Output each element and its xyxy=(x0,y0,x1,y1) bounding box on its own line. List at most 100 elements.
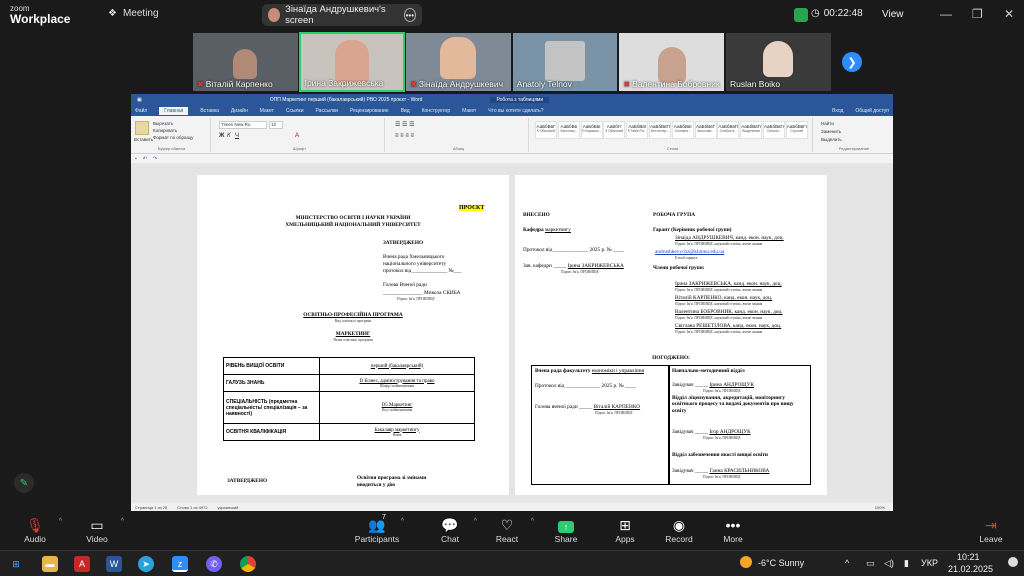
style-preset[interactable]: АаБбВвГг Сильно... xyxy=(763,121,785,139)
redo-icon[interactable]: ↷ xyxy=(153,156,157,162)
italic-button[interactable]: К xyxy=(227,133,231,139)
chevron-up-icon[interactable]: ^ xyxy=(401,518,404,525)
network-icon[interactable]: ▭ xyxy=(866,558,875,569)
ribbon-tab[interactable]: Рецензирование xyxy=(350,108,389,114)
pdf-reader-icon[interactable]: A xyxy=(74,556,90,572)
more-button[interactable]: ••• More xyxy=(708,516,758,544)
keyboard-language[interactable]: УКР xyxy=(921,558,938,568)
save-icon[interactable]: ▣ xyxy=(137,97,142,103)
style-preset[interactable]: АаБбВвI ¶ Нормаль... xyxy=(580,121,603,139)
paw-icon: ❖ xyxy=(108,8,117,19)
cell-value: перший (бакалаврський) xyxy=(370,363,424,369)
participant-tile[interactable]: Ruslan Boiko xyxy=(724,32,832,92)
font-name-field[interactable]: Times New Ro xyxy=(219,121,267,129)
ribbon-tab[interactable]: Вставка xyxy=(200,108,219,114)
style-preset[interactable]: АаБбВвГг Без интер... xyxy=(649,121,671,139)
sign-in-link[interactable]: Вход xyxy=(832,108,843,114)
chevron-up-icon[interactable]: ^ xyxy=(474,518,477,525)
ribbon-tab[interactable]: Вид xyxy=(401,108,410,114)
annotate-pencil-icon[interactable]: ✎ xyxy=(14,473,34,493)
apps-button[interactable]: ⊞ Apps xyxy=(600,516,650,544)
security-shield-icon[interactable] xyxy=(794,8,808,22)
clock-date[interactable]: 21.02.2025 xyxy=(948,564,993,574)
volume-icon[interactable]: ◁) xyxy=(884,558,894,569)
participant-tile[interactable]: Ірина Закрижевська xyxy=(298,32,406,92)
replace-button[interactable]: Заменить xyxy=(821,129,841,134)
view-button[interactable]: View xyxy=(882,9,904,20)
notification-icon[interactable] xyxy=(1008,557,1018,567)
participant-tile[interactable]: ✖ Віталій Карпенко xyxy=(192,32,299,92)
ribbon-tab[interactable]: Макет xyxy=(260,108,274,114)
audio-button[interactable]: 🎙 Audio ^ xyxy=(10,516,62,544)
style-preset[interactable]: АаБбВвГг Выделение xyxy=(740,121,763,139)
style-preset[interactable]: АаБбВв Заголово... xyxy=(557,121,580,139)
chat-button[interactable]: 💬 Chat ^ xyxy=(425,516,477,544)
file-explorer-icon[interactable]: ▬ xyxy=(42,556,58,572)
paste-button[interactable]: Вставить xyxy=(134,137,153,142)
style-preset[interactable]: АаБбВвI Основно... xyxy=(671,121,694,139)
font-size-field[interactable]: 12 xyxy=(269,121,283,129)
share-doc-button[interactable]: Общий доступ xyxy=(855,108,889,114)
chrome-icon[interactable] xyxy=(240,556,256,572)
ribbon-tab[interactable]: Дизайн xyxy=(231,108,248,114)
find-button[interactable]: Найти xyxy=(821,121,834,126)
participants-button[interactable]: 👥 7 Participants ^ xyxy=(352,514,404,544)
zoom-titlebar: zoom Workplace ❖ Meeting Зінаїда Андрушк… xyxy=(0,0,1024,30)
more-options-icon[interactable]: ••• xyxy=(403,8,416,22)
ribbon-tab[interactable]: Главная xyxy=(159,106,189,115)
ribbon-tab[interactable]: Конструктор xyxy=(422,108,451,114)
restore-icon[interactable]: ❐ xyxy=(972,7,983,21)
record-button[interactable]: ◉ Record xyxy=(654,516,704,544)
font-color-button[interactable]: A xyxy=(295,133,299,139)
status-zoom[interactable]: 100% xyxy=(875,505,885,510)
chevron-up-icon[interactable]: ^ xyxy=(59,518,62,525)
video-button[interactable]: ▭ Video ^ xyxy=(72,516,124,544)
style-preset[interactable]: АаБбВвГг Строгий xyxy=(785,121,808,139)
windows-start-icon[interactable]: ⊞ xyxy=(8,556,24,572)
participant-tile[interactable]: ✖ Зінаїда Андрушкевич xyxy=(405,32,512,92)
battery-icon[interactable]: ▮ xyxy=(904,558,909,569)
ribbon-tab[interactable]: Рассылки xyxy=(316,108,338,114)
ribbon-tab[interactable]: Файл xyxy=(135,108,147,114)
clock-time[interactable]: 10:21 xyxy=(957,552,980,562)
participant-tile[interactable]: ✖ Валентина Бобровник xyxy=(618,32,725,92)
style-preset[interactable]: АаБбГг ¶ Обычный xyxy=(603,121,626,139)
format-painter-button[interactable]: Формат по образцу xyxy=(153,135,193,140)
save-icon[interactable]: ▪ xyxy=(135,156,137,162)
copy-button[interactable]: Копировать xyxy=(153,128,177,133)
ribbon-tab[interactable]: Что вы хотите сделать? xyxy=(488,108,543,114)
underline-button[interactable]: Ч xyxy=(235,133,239,139)
style-preset[interactable]: АаБбВвГг Слабое в... xyxy=(717,121,740,139)
participant-name: Віталій Карпенко xyxy=(205,79,273,89)
style-preset[interactable]: АаБбВвГ Заголово... xyxy=(694,121,717,139)
word-icon[interactable]: W xyxy=(106,556,122,572)
paste-icon[interactable] xyxy=(135,121,149,135)
undo-icon[interactable]: ↶ xyxy=(143,156,147,162)
minimize-icon[interactable]: — xyxy=(940,7,952,21)
close-icon[interactable]: ✕ xyxy=(1004,7,1014,21)
chevron-up-icon[interactable]: ^ xyxy=(121,518,124,525)
logo-line-2: Workplace xyxy=(10,12,71,26)
leave-button[interactable]: ⇥ Leave xyxy=(966,516,1016,544)
weather-text[interactable]: -6°C Sunny xyxy=(758,558,804,568)
style-preset[interactable]: АаБбВвI ¶ Table Pa... xyxy=(626,121,649,139)
share-button[interactable]: ↑ Share xyxy=(541,516,591,544)
next-page-arrow-icon[interactable]: ❯ xyxy=(842,52,862,72)
zoom-app-icon[interactable]: z xyxy=(172,556,188,572)
react-button[interactable]: ♡ React ^ xyxy=(482,516,534,544)
share-indicator[interactable]: Зінаїда Андрушкевич's screen ••• xyxy=(262,4,422,26)
viber-icon[interactable]: ✆ xyxy=(206,556,222,572)
align-icon[interactable]: ≡ ≡ ≡ ≡ xyxy=(395,133,414,139)
bold-button[interactable]: Ж xyxy=(219,133,224,139)
chevron-up-icon[interactable]: ^ xyxy=(531,518,534,525)
tray-expand-icon[interactable]: ^ xyxy=(845,558,849,568)
style-preset[interactable]: АаБбВвГ ¶ Обычный xyxy=(535,121,557,139)
participant-tile[interactable]: Anatoly Telnov xyxy=(511,32,619,92)
cut-button[interactable]: Вырезать xyxy=(153,121,173,126)
meeting-tab[interactable]: ❖ Meeting xyxy=(108,8,159,19)
bullets-icon[interactable]: ☰ ☰ ☰ xyxy=(395,121,414,128)
telegram-icon[interactable]: ➤ xyxy=(138,556,154,572)
ribbon-tab[interactable]: Ссылки xyxy=(286,108,304,114)
select-button[interactable]: Выделить xyxy=(821,137,842,142)
ribbon-tab[interactable]: Макет xyxy=(462,108,476,114)
